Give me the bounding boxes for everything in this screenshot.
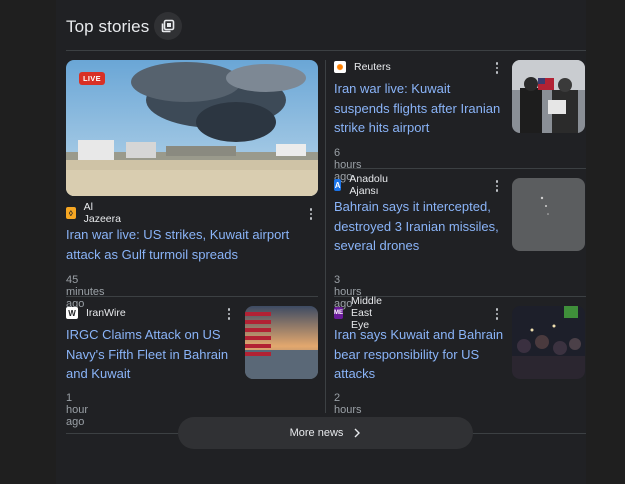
aljazeera-logo-icon: ◊ [66, 207, 76, 219]
story-time: 45 minutes ago [66, 274, 105, 310]
column-divider [325, 60, 326, 413]
more-options-button[interactable] [491, 178, 503, 194]
source-name: Al Jazeera [83, 201, 121, 225]
story-time: 1 hour ago [66, 392, 89, 428]
reuters-logo-icon: ✺ [334, 61, 346, 73]
source-name: Reuters [354, 61, 391, 73]
story-headline[interactable]: Iran war live: US strikes, Kuwait airpor… [66, 225, 306, 264]
anadolu-logo-icon: A [334, 179, 342, 191]
section-title: Top stories [66, 17, 150, 36]
story-image-sky [512, 178, 585, 251]
story-headline[interactable]: Iran says Kuwait and Bahrain bear respon… [334, 325, 504, 384]
more-options-button[interactable] [305, 206, 317, 222]
view-full-coverage-button[interactable] [154, 12, 182, 40]
story-source: A Anadolu Ajansı [334, 173, 393, 197]
story-headline[interactable]: IRGC Claims Attack on US Navy's Fifth Fl… [66, 325, 238, 384]
live-badge: LIVE [79, 72, 105, 85]
story-image-flag [245, 306, 318, 379]
story-source: ✺ Reuters [334, 60, 391, 74]
story-image-protest [512, 60, 585, 133]
more-news-button[interactable]: More news [178, 417, 473, 449]
iranwire-logo-icon: W [66, 307, 78, 319]
story-image-smoke: LIVE [66, 60, 318, 196]
story-source: ◊ Al Jazeera [66, 201, 123, 225]
more-options-button[interactable] [491, 60, 503, 76]
chevron-right-icon [354, 428, 361, 438]
mee-logo-icon: ME [334, 307, 343, 319]
row-divider-right-1 [334, 168, 586, 169]
story-headline[interactable]: Iran war live: Kuwait suspends flights a… [334, 79, 504, 138]
source-name: Anadolu Ajansı [349, 173, 388, 197]
collections-icon [161, 19, 175, 33]
story-source: W IranWire [66, 306, 126, 320]
story-source: ME Middle East Eye [334, 295, 385, 331]
story-image-crowd [512, 306, 585, 379]
header-divider [66, 50, 586, 51]
section-header: Top stories [66, 14, 149, 40]
source-name: IranWire [86, 307, 126, 319]
more-options-button[interactable] [223, 306, 235, 322]
more-news-label: More news [289, 427, 344, 439]
more-options-button[interactable] [491, 306, 503, 322]
story-headline[interactable]: Bahrain says it intercepted, destroyed 3… [334, 197, 504, 256]
